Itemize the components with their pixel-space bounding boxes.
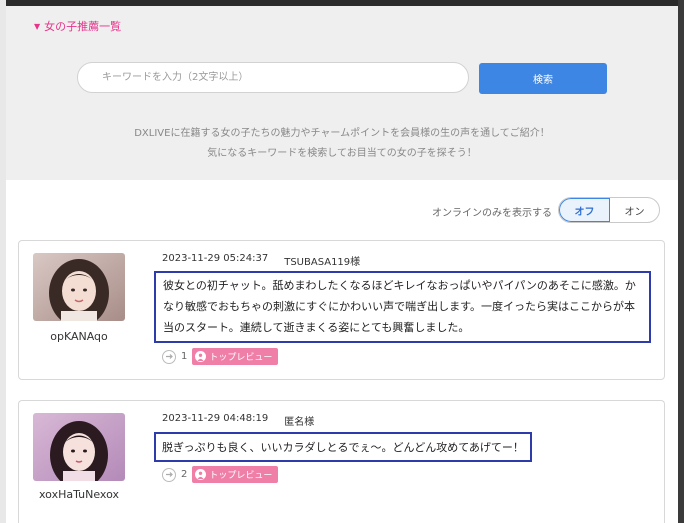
intro-text: DXLIVEに在籍する女の子たちの魅力やチャームポイントを会員様の生の声を通して… [6, 124, 678, 164]
review-actions: 1 トップレビュー [162, 348, 279, 365]
triangle-down-icon: ▼ [34, 21, 41, 31]
top-review-label: トップレビュー [209, 471, 273, 481]
performer-name[interactable]: xoxHaTuNexox [33, 488, 125, 501]
review-text: 脱ぎっぷりも良く、いいカラダしとるでぇ～。どんどん攻めてあげてー！ [154, 432, 532, 462]
online-toggle: オフ オン [558, 197, 660, 223]
performer-name[interactable]: opKANAqo [33, 330, 125, 343]
online-filter-label: オンラインのみを表示する [432, 208, 552, 219]
review-actions: 2 トップレビュー [162, 466, 279, 483]
section-title[interactable]: ▼ 女の子推薦一覧 [34, 18, 121, 34]
search-input[interactable] [77, 62, 469, 93]
review-datetime: 2023-11-29 04:48:19 [162, 413, 269, 424]
top-review-badge[interactable]: トップレビュー [192, 348, 279, 365]
avatar[interactable] [33, 253, 125, 321]
intro-line-1: DXLIVEに在籍する女の子たちの魅力やチャームポイントを会員様の生の声を通して… [134, 128, 550, 139]
person-icon [195, 351, 207, 362]
review-card: opKANAqo 2023-11-29 05:24:37 TSUBASA119様… [18, 240, 665, 380]
review-meta: 2023-11-29 05:24:37 TSUBASA119様 [162, 253, 360, 268]
like-count: 1 [181, 351, 188, 362]
like-count: 2 [181, 469, 188, 480]
window-right-edge [678, 0, 684, 523]
like-icon[interactable] [162, 467, 176, 482]
review-card: xoxHaTuNexox 2023-11-29 04:48:19 匿名様 脱ぎっ… [18, 400, 665, 523]
review-meta: 2023-11-29 04:48:19 匿名様 [162, 413, 314, 428]
intro-line-2: 気になるキーワードを検索してお目当ての女の子を探そう！ [207, 148, 477, 159]
top-review-label: トップレビュー [209, 353, 273, 363]
toggle-off-option[interactable]: オフ [559, 198, 610, 222]
reviewer-name: TSUBASA119様 [284, 257, 361, 268]
review-datetime: 2023-11-29 05:24:37 [162, 253, 269, 264]
search-header: ▼ 女の子推薦一覧 検索 DXLIVEに在籍する女の子たちの魅力やチャームポイン… [6, 6, 678, 180]
section-title-label: 女の子推薦一覧 [44, 20, 122, 33]
avatar[interactable] [33, 413, 125, 481]
person-icon [195, 469, 207, 480]
toggle-on-option[interactable]: オン [610, 198, 659, 222]
top-review-badge[interactable]: トップレビュー [192, 466, 279, 483]
like-icon[interactable] [162, 349, 176, 364]
reviewer-name: 匿名様 [284, 417, 315, 428]
search-button[interactable]: 検索 [479, 63, 607, 94]
review-text: 彼女との初チャット。舐めまわしたくなるほどキレイなおっぱいやパイパンのあそこに感… [154, 271, 651, 343]
